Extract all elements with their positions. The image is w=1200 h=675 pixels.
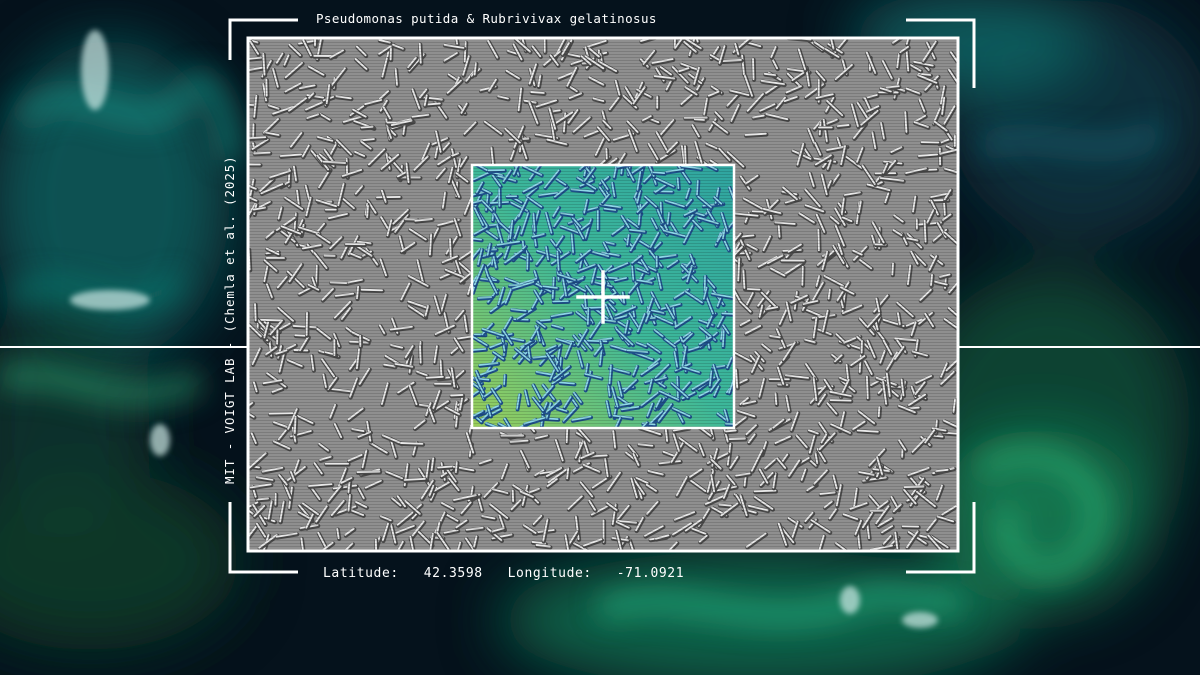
longitude-value: -71.0921 [616,566,685,581]
coordinates-readout: Latitude: 42.3598 Longitude: -71.0921 [323,566,684,581]
latitude-value: 42.3598 [423,566,483,581]
lab-credit: MIT - VOIGT LAB - (Chemla et al. (2025) [222,155,237,484]
species-title: Pseudomonas putida & Rubrivivax gelatino… [316,11,657,26]
longitude-label: Longitude: [507,566,592,581]
latitude-label: Latitude: [323,566,399,581]
